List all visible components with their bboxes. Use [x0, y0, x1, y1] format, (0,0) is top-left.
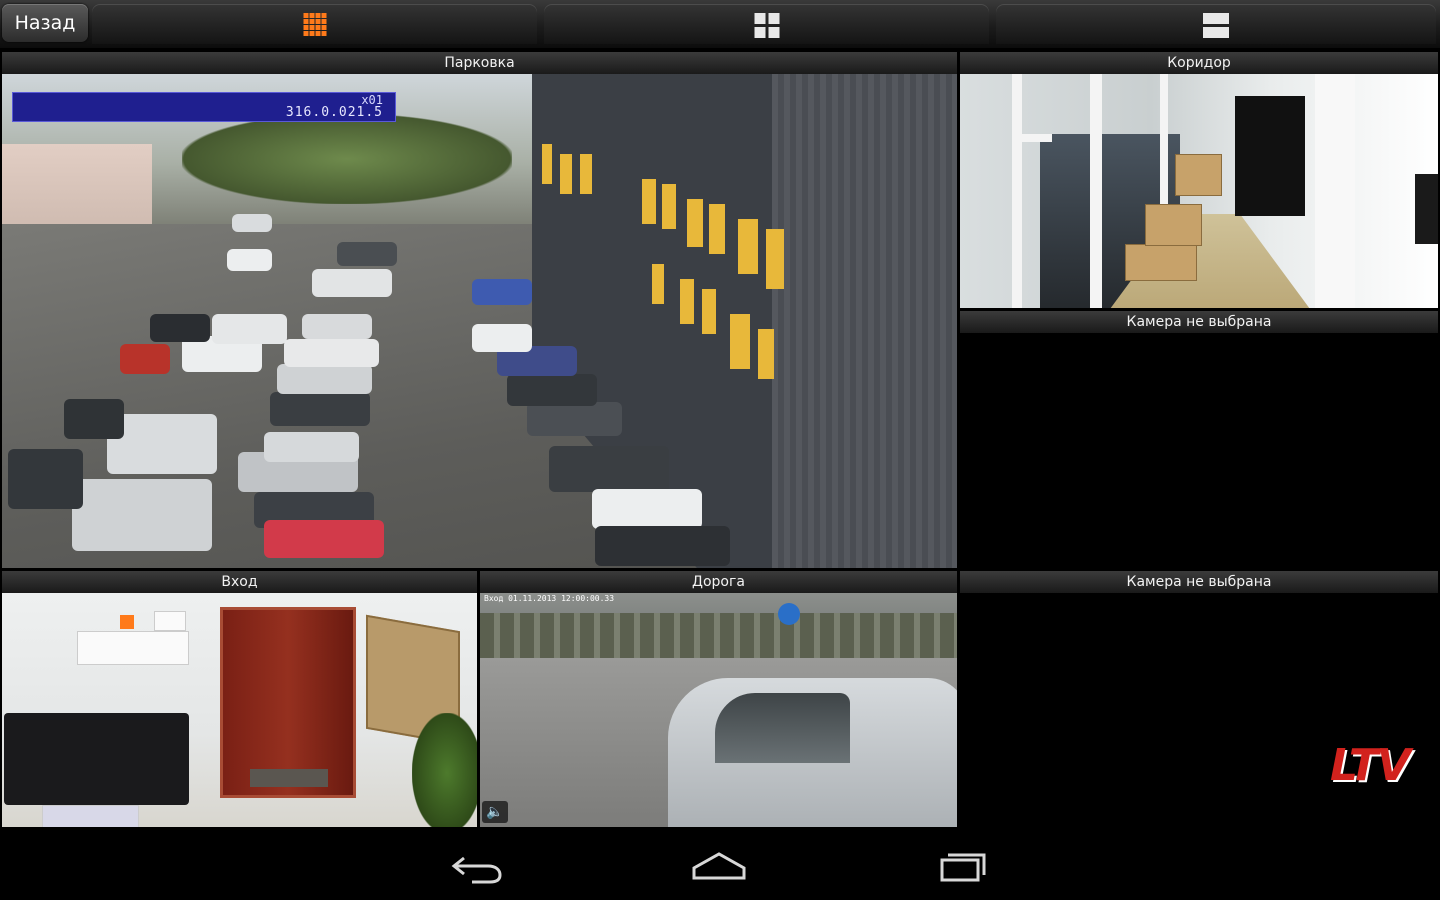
camera-view-corridor[interactable] [960, 74, 1438, 308]
road-sign [778, 603, 800, 625]
ltv-logo: LTV [1330, 741, 1430, 801]
back-icon[interactable] [442, 844, 512, 886]
camera-view-empty-1[interactable] [960, 333, 1438, 568]
camera-title: Камера не выбрана [960, 311, 1438, 333]
camera-cell-parking[interactable]: Парковка x01 316.0.021.5 [2, 52, 957, 568]
camera-cell-empty-2[interactable]: Камера не выбрана LTV [960, 571, 1438, 827]
camera-cell-entrance[interactable]: Вход [2, 571, 477, 827]
camera-view-road[interactable]: Вход 01.11.2013 12:00:00.33 🔈 [480, 593, 957, 827]
camera-view-parking[interactable]: x01 316.0.021.5 [2, 74, 957, 568]
camera-title: Парковка [2, 52, 957, 74]
camera-title: Камера не выбрана [960, 571, 1438, 593]
camera-cell-corridor[interactable]: Коридор [960, 52, 1438, 308]
back-button[interactable]: Назад [2, 4, 88, 42]
camera-cell-empty-1[interactable]: Камера не выбрана [960, 311, 1438, 568]
speaker-icon[interactable]: 🔈 [482, 801, 508, 823]
camera-osd: x01 316.0.021.5 [12, 92, 396, 122]
layout-tab-2[interactable] [996, 4, 1436, 44]
camera-cell-road[interactable]: Дорога Вход 01.11.2013 12:00:00.33 🔈 [480, 571, 957, 827]
home-icon[interactable] [684, 844, 754, 886]
recent-apps-icon[interactable] [928, 844, 998, 886]
system-navbar [0, 830, 1440, 900]
camera-osd: Вход 01.11.2013 12:00:00.33 [484, 594, 615, 603]
osd-line-2: 316.0.021.5 [285, 105, 383, 120]
top-toolbar: Назад [0, 0, 1440, 48]
grid-2-icon [1203, 13, 1229, 38]
logo-text: LTV [1330, 740, 1411, 791]
camera-view-entrance[interactable] [2, 593, 477, 827]
camera-title: Вход [2, 571, 477, 593]
camera-title: Коридор [960, 52, 1438, 74]
grid-4-icon [754, 13, 779, 38]
camera-title: Дорога [480, 571, 957, 593]
layout-tab-4[interactable] [544, 4, 989, 44]
layout-tab-16[interactable] [92, 4, 537, 44]
camera-view-empty-2[interactable]: LTV [960, 593, 1438, 827]
grid-16-icon [303, 13, 326, 36]
